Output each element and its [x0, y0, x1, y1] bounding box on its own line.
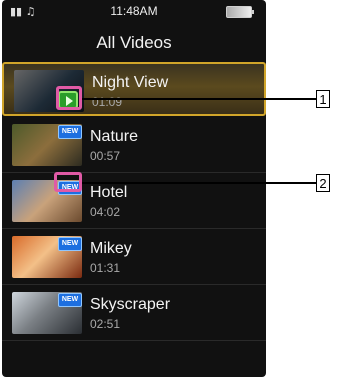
page-title: All Videos [96, 33, 172, 52]
status-bar: ▮▮ ♫ 11:48AM [2, 0, 266, 22]
new-badge-icon: NEW [58, 125, 82, 139]
battery-icon [226, 6, 254, 18]
callout-number-1: 1 [316, 90, 330, 108]
video-title: Night View [92, 74, 169, 91]
video-item-night-view[interactable]: Night View 01:09 [2, 62, 266, 116]
video-item-mikey[interactable]: NEW Mikey 01:31 [2, 230, 266, 285]
video-player-screen: ▮▮ ♫ 11:48AM All Videos Night View 01:09… [2, 0, 266, 377]
new-badge-icon: NEW [58, 237, 82, 251]
video-duration: 00:57 [90, 149, 121, 163]
video-duration: 02:51 [90, 317, 121, 331]
video-title: Mikey [90, 240, 132, 257]
video-item-nature[interactable]: NEW Nature 00:57 [2, 118, 266, 173]
callout-line-2 [82, 182, 316, 184]
callout-box-2 [54, 172, 82, 192]
video-title: Skyscraper [90, 296, 171, 313]
callout-box-1 [56, 86, 82, 110]
callout-number-2: 2 [316, 174, 330, 192]
video-item-skyscraper[interactable]: NEW Skyscraper 02:51 [2, 286, 266, 341]
video-title: Nature [90, 128, 139, 145]
video-duration: 01:31 [90, 261, 121, 275]
callout-line-1 [82, 98, 316, 100]
new-badge-icon: NEW [58, 293, 82, 307]
video-duration: 04:02 [90, 205, 121, 219]
video-title: Hotel [90, 184, 128, 201]
